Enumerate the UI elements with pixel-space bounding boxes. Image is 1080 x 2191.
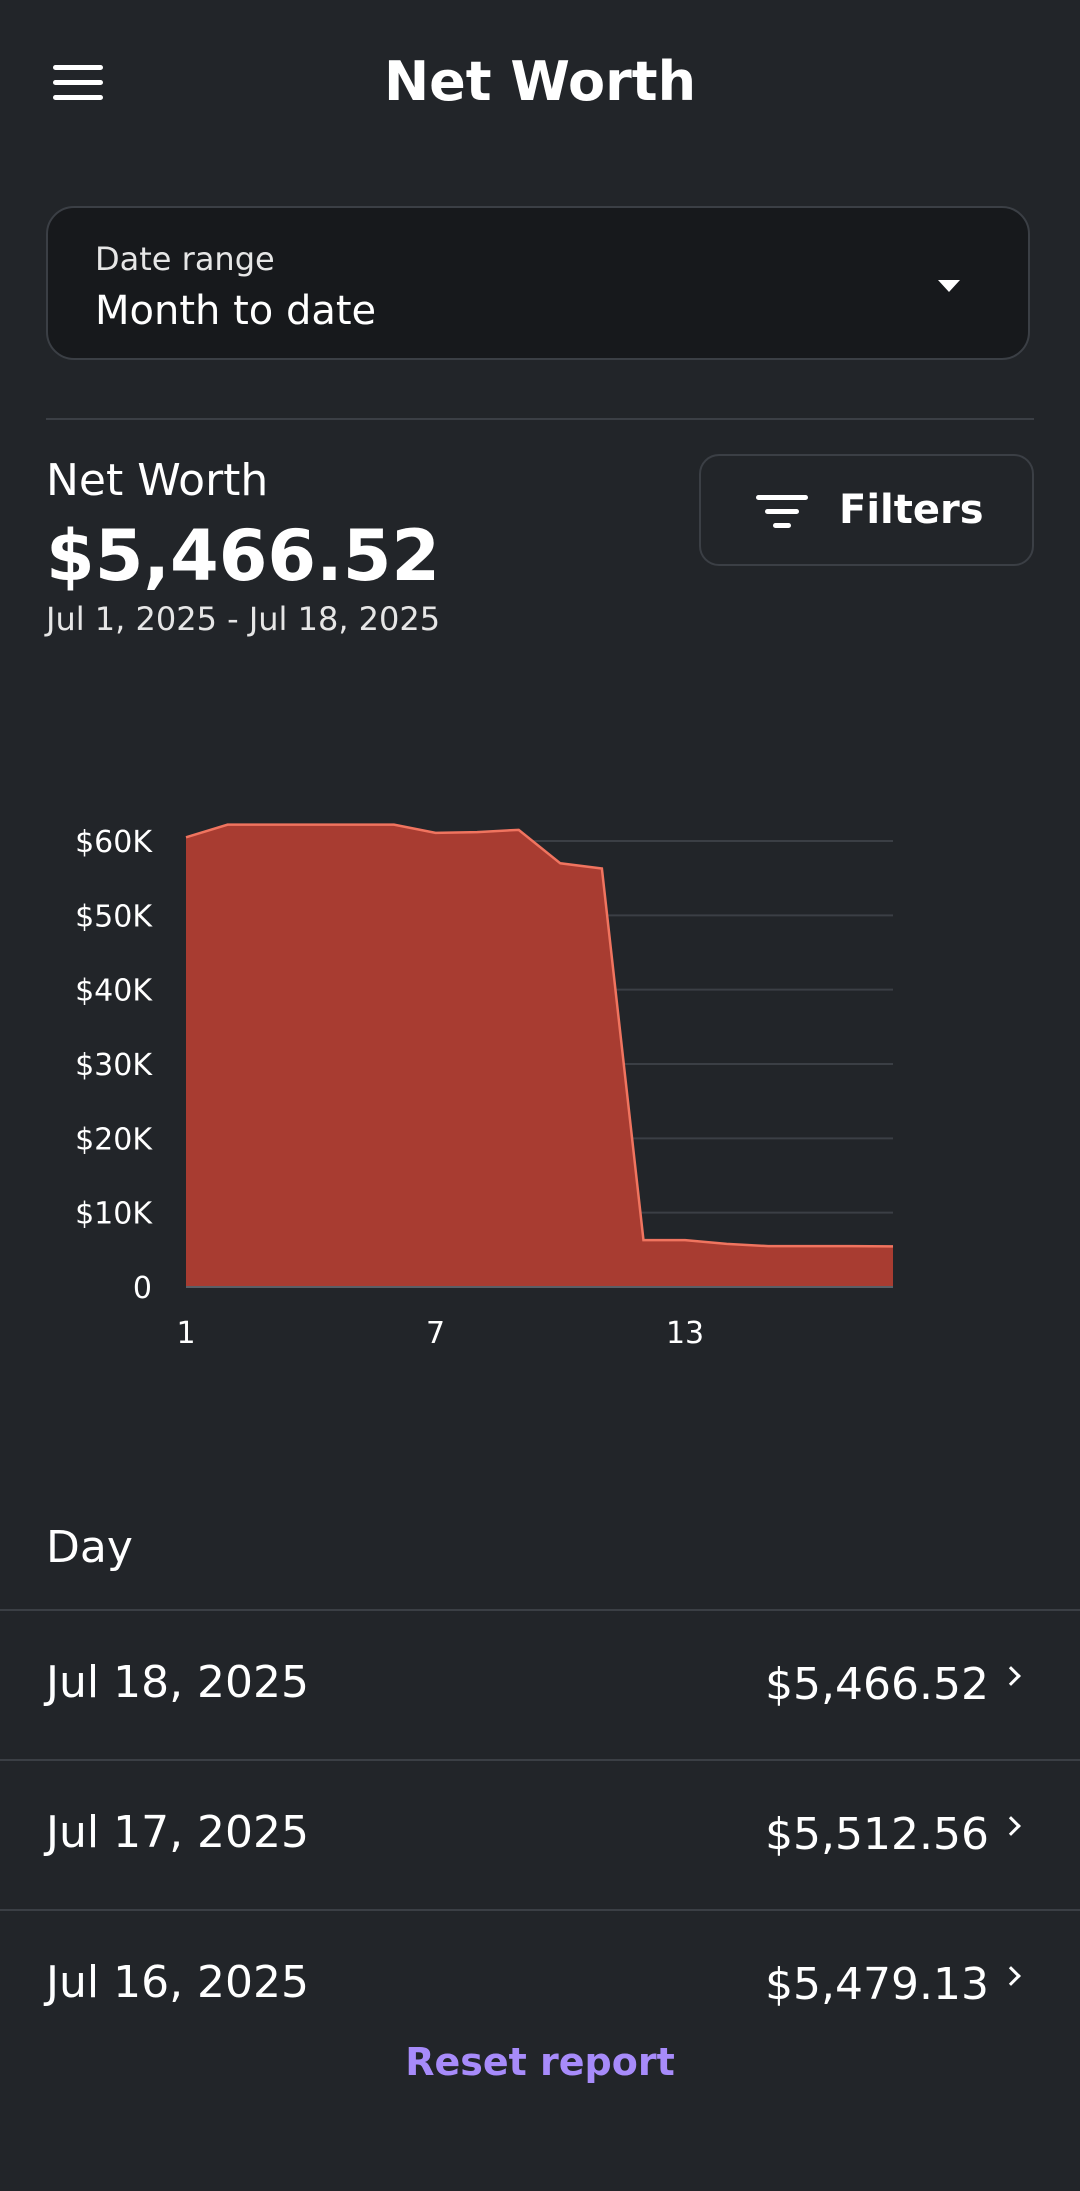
- y-tick-label: $20K: [75, 1122, 153, 1157]
- filters-button[interactable]: Filters: [699, 454, 1034, 566]
- x-tick-label: 13: [666, 1316, 704, 1351]
- net-worth-chart: 0 $10K $20K $30K $40K $50K $60K 1 7 13: [75, 823, 894, 1351]
- divider: [46, 418, 1034, 420]
- series-area: [186, 824, 893, 1287]
- table-row[interactable]: Jul 18, 2025 $5,466.52: [0, 1609, 1080, 1761]
- list-header: Day: [46, 1522, 133, 1573]
- filters-label: Filters: [839, 487, 984, 533]
- row-date: Jul 17, 2025: [46, 1807, 310, 1858]
- table-row[interactable]: Jul 16, 2025 $5,479.13: [0, 1909, 1080, 2061]
- page-title: Net Worth: [383, 50, 697, 113]
- top-app-bar: Net Worth: [0, 0, 1080, 165]
- y-tick-label: 0: [133, 1271, 152, 1306]
- row-date: Jul 18, 2025: [46, 1657, 310, 1708]
- x-tick-label: 1: [176, 1316, 195, 1351]
- table-row[interactable]: Jul 17, 2025 $5,512.56: [0, 1759, 1080, 1911]
- row-amount: $5,479.13: [765, 1959, 989, 2010]
- chevron-right-icon: [1001, 1666, 1021, 1686]
- chevron-right-icon: [1001, 1966, 1021, 1986]
- y-tick-label: $40K: [75, 974, 153, 1009]
- net-worth-label: Net Worth: [46, 455, 269, 506]
- date-range-label: Date range: [95, 240, 275, 278]
- net-worth-value: $5,466.52: [46, 515, 441, 597]
- chevron-right-icon: [1001, 1816, 1021, 1836]
- net-worth-date-range: Jul 1, 2025 - Jul 18, 2025: [46, 600, 441, 638]
- caret-down-icon: [938, 280, 960, 292]
- filter-icon: [756, 493, 808, 531]
- row-date: Jul 16, 2025: [46, 1957, 310, 2008]
- x-tick-label: 7: [426, 1316, 445, 1351]
- y-tick-label: $30K: [75, 1048, 153, 1083]
- date-range-select[interactable]: Date range Month to date: [46, 206, 1030, 360]
- y-tick-label: $10K: [75, 1197, 153, 1232]
- row-amount: $5,512.56: [765, 1809, 989, 1860]
- date-range-value: Month to date: [95, 288, 377, 334]
- reset-report-link[interactable]: Reset report: [0, 2040, 1080, 2084]
- y-tick-label: $60K: [75, 825, 153, 860]
- y-tick-label: $50K: [75, 899, 153, 934]
- row-amount: $5,466.52: [765, 1659, 989, 1710]
